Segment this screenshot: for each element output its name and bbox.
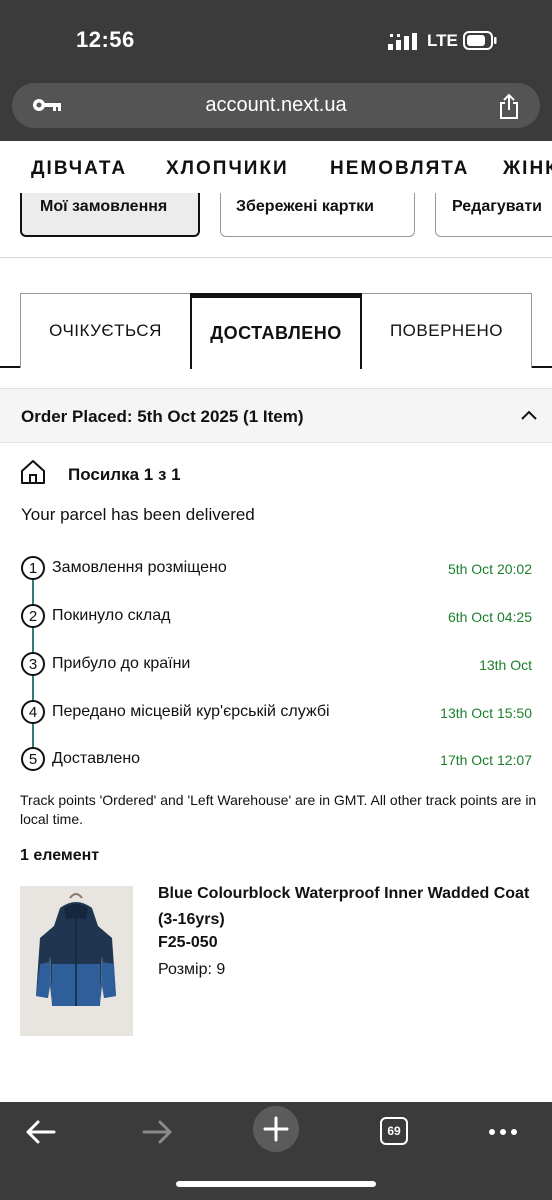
new-tab-button[interactable] [253,1106,299,1152]
status-time: 12:56 [76,27,135,52]
share-icon[interactable] [498,93,520,119]
saved-cards-button[interactable]: Збережені картки [220,193,415,237]
step-number: 5 [21,747,45,771]
chevron-up-icon[interactable] [520,408,538,422]
step-date: 17th Oct 12:07 [440,752,532,768]
category-boys[interactable]: ХЛОПЧИКИ [166,158,289,180]
plus-icon [263,1116,289,1142]
tab-delivered[interactable]: ДОСТАВЛЕНО [190,293,362,369]
order-header[interactable]: Order Placed: 5th Oct 2025 (1 Item) [0,388,552,443]
timeline-step: 1 Замовлення розміщено 5th Oct 20:02 [0,551,552,581]
timeline-step: 3 Прибуло до країни 13th Oct [0,647,552,677]
order-title: Order Placed: 5th Oct 2025 (1 Item) [21,407,304,426]
edit-button[interactable]: Редагувати [435,193,552,237]
step-number: 1 [21,556,45,580]
step-date: 13th Oct [479,657,532,673]
browser-toolbar: 69 [0,1102,552,1200]
timeline-step: 4 Передано місцевій кур'єрській службі 1… [0,695,552,725]
step-label: Замовлення розміщено [52,559,227,576]
product-image[interactable] [20,886,133,1036]
step-date: 13th Oct 15:50 [440,705,532,721]
timeline-step: 2 Покинуло склад 6th Oct 04:25 [0,599,552,629]
step-label: Доставлено [52,750,141,767]
coat-illustration [20,886,133,1036]
more-icon[interactable] [480,1112,528,1152]
tracking-note: Track points 'Ordered' and 'Left Warehou… [20,792,537,827]
browser-top-chrome: 12:56 LTE account.next.ua [0,0,552,141]
tabs-count-button[interactable]: 69 [380,1117,408,1145]
home-icon [21,460,45,484]
forward-icon[interactable] [134,1112,182,1152]
step-date: 5th Oct 20:02 [447,561,532,577]
category-babies[interactable]: НЕМОВЛЯТА [330,158,469,180]
step-number: 4 [21,700,45,724]
step-date: 6th Oct 04:25 [447,609,532,625]
account-menu: Мої замовлення Збережені картки Редагува… [0,193,552,253]
tab-pending[interactable]: ОЧІКУЄТЬСЯ [20,293,191,368]
tracking-timeline: 1 Замовлення розміщено 5th Oct 20:02 2 П… [0,548,552,778]
timeline-step: 5 Доставлено 17th Oct 12:07 [0,742,552,772]
parcel-title: Посилка 1 з 1 [68,465,181,484]
parcel-status: Your parcel has been delivered [21,505,255,524]
product-size: Розмір: 9 [158,961,226,978]
battery-icon [463,31,497,50]
tab-returned[interactable]: ПОВЕРНЕНО [361,293,532,368]
home-indicator [176,1181,376,1187]
items-count: 1 елемент [20,847,100,864]
step-label: Покинуло склад [52,607,171,624]
step-number: 2 [21,604,45,628]
category-girls[interactable]: ДІВЧАТА [31,158,127,180]
back-icon[interactable] [16,1112,64,1152]
address-bar[interactable]: account.next.ua [12,83,540,128]
step-label: Прибуло до країни [52,655,191,672]
divider [0,257,552,258]
category-women[interactable]: ЖІНК [503,158,552,180]
category-nav: ДІВЧАТА ХЛОПЧИКИ НЕМОВЛЯТА ЖІНК [0,141,552,193]
step-number: 3 [21,652,45,676]
product-name[interactable]: Blue Colourblock Waterproof Inner Wadded… [158,881,538,933]
product-code: F25-050 [158,934,218,951]
my-orders-button[interactable]: Мої замовлення [20,193,200,237]
signal-icon [388,33,417,50]
network-type: LTE [427,31,458,50]
url-text[interactable]: account.next.ua [12,94,540,117]
step-label: Передано місцевій кур'єрській службі [52,703,330,720]
